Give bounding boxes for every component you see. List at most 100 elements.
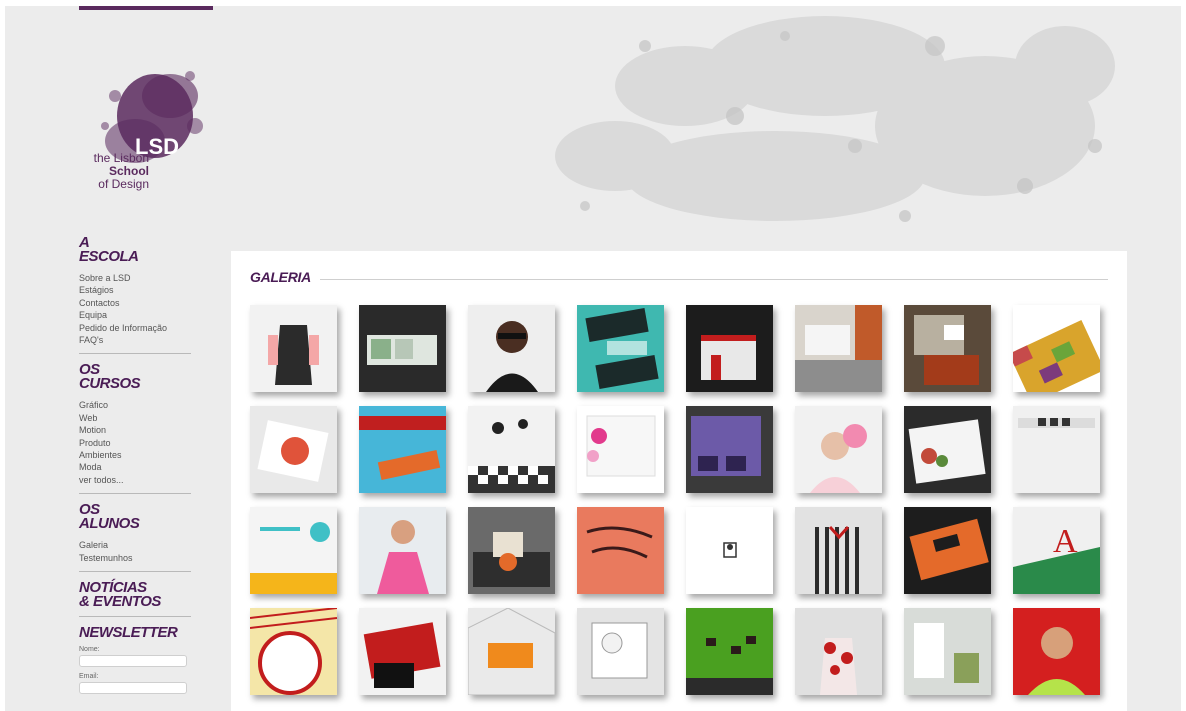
thumbnail-image bbox=[250, 305, 337, 392]
thumbnail-image bbox=[1013, 406, 1100, 493]
thumbnail-image bbox=[795, 608, 882, 695]
thumbnail-image bbox=[577, 608, 664, 695]
link-sobre-a-lsd[interactable]: Sobre a LSD bbox=[79, 273, 131, 283]
gallery-thumbnail-sushi-box-packaging[interactable] bbox=[904, 406, 991, 493]
thumbnail-image bbox=[359, 305, 446, 392]
gallery-thumbnail-room-3d-render[interactable] bbox=[904, 305, 991, 392]
link-galeria[interactable]: Galeria bbox=[79, 540, 108, 550]
gallery-thumbnail-white-plan-model[interactable] bbox=[577, 608, 664, 695]
link-moda[interactable]: Moda bbox=[79, 462, 102, 472]
gallery-thumbnail-shake-posters[interactable] bbox=[577, 305, 664, 392]
link-estagios[interactable]: Estágios bbox=[79, 285, 114, 295]
thumbnail-image bbox=[577, 406, 664, 493]
thumbnail-image bbox=[250, 507, 337, 594]
thumbnail-image bbox=[359, 608, 446, 695]
sidebar-divider bbox=[79, 353, 191, 355]
gallery-thumbnail-tiger-stripe-cards[interactable] bbox=[904, 507, 991, 594]
gallery-panel: GALERIA A bbox=[231, 251, 1127, 711]
thumbnail-image bbox=[577, 507, 664, 594]
gallery-thumbnail-floral-dress[interactable] bbox=[795, 608, 882, 695]
thumbnail-image bbox=[904, 406, 991, 493]
sidebar-nav: A ESCOLA Sobre a LSD Estágios Contactos … bbox=[79, 235, 191, 695]
gallery-thumbnail-dress-on-mannequin[interactable] bbox=[250, 305, 337, 392]
thumbnail-image bbox=[686, 608, 773, 695]
gallery-thumbnail-girl-pink-jacket[interactable] bbox=[359, 507, 446, 594]
link-contactos[interactable]: Contactos bbox=[79, 298, 120, 308]
link-ambientes[interactable]: Ambientes bbox=[79, 450, 122, 460]
thumbnail-image bbox=[250, 608, 337, 695]
gallery-thumbnail-orange-sofa-render[interactable] bbox=[468, 608, 555, 695]
gallery-thumbnail-floral-web-layout[interactable] bbox=[577, 406, 664, 493]
thumbnail-image bbox=[468, 608, 555, 695]
gallery-thumbnail-polaroid-australia-book[interactable] bbox=[359, 406, 446, 493]
thumbnail-image bbox=[795, 305, 882, 392]
gallery-thumbnail-crempsa-packaging[interactable] bbox=[250, 608, 337, 695]
link-ver-todos[interactable]: ver todos... bbox=[79, 475, 124, 485]
newsletter-name-input[interactable] bbox=[79, 655, 187, 668]
alunos-links: Galeria Testemunhos bbox=[79, 539, 191, 564]
gallery-thumbnail-brand-book-cover[interactable] bbox=[577, 507, 664, 594]
link-pedido-de-informacao[interactable]: Pedido de Informação bbox=[79, 323, 167, 333]
section-title-alunos[interactable]: OS ALUNOS bbox=[79, 502, 191, 531]
link-motion[interactable]: Motion bbox=[79, 425, 106, 435]
gallery-thumbnail-office-3d-render[interactable] bbox=[468, 507, 555, 594]
thumbnail-image bbox=[795, 406, 882, 493]
gallery-thumbnail-woman-flower-headpiece[interactable] bbox=[795, 406, 882, 493]
gallery-thumbnail-grass-signs[interactable] bbox=[686, 608, 773, 695]
thumbnail-image bbox=[686, 305, 773, 392]
gallery-thumbnail-woman-with-glasses[interactable] bbox=[468, 305, 555, 392]
thumbnail-image bbox=[904, 507, 991, 594]
gallery-thumbnail-website-dark-layout[interactable] bbox=[359, 305, 446, 392]
thumbnail-image bbox=[577, 305, 664, 392]
gallery-thumbnail-exhibition-stand-red[interactable] bbox=[686, 305, 773, 392]
link-testemunhos[interactable]: Testemunhos bbox=[79, 553, 133, 563]
thumbnail-image bbox=[250, 406, 337, 493]
section-title-noticias-eventos[interactable]: NOTÍCIAS & EVENTOS bbox=[79, 580, 191, 609]
sidebar-divider bbox=[79, 493, 191, 495]
gallery-thumbnail-letter-a-notebook[interactable]: A bbox=[1013, 507, 1100, 594]
gallery-thumbnail-yellow-web-layout[interactable] bbox=[250, 507, 337, 594]
gallery-thumbnail-store-interior-render[interactable] bbox=[904, 608, 991, 695]
newsletter-email-label: Email: bbox=[79, 673, 99, 681]
thumbnail-image bbox=[468, 305, 555, 392]
link-equipa[interactable]: Equipa bbox=[79, 310, 107, 320]
thumbnail-image bbox=[1013, 608, 1100, 695]
section-title-cursos[interactable]: OS CURSOS bbox=[79, 362, 191, 391]
thumbnail-image bbox=[795, 507, 882, 594]
link-grafico[interactable]: Gráfico bbox=[79, 400, 108, 410]
link-web[interactable]: Web bbox=[79, 413, 97, 423]
gallery-thumbnail-striped-top-fashion[interactable] bbox=[795, 507, 882, 594]
thumbnail-image bbox=[468, 406, 555, 493]
section-title-newsletter: NEWSLETTER bbox=[79, 624, 178, 642]
title-rule bbox=[320, 279, 1108, 280]
link-faqs[interactable]: FAQ's bbox=[79, 335, 103, 345]
gallery-thumbnail-kitchen-interior[interactable] bbox=[795, 305, 882, 392]
logo-school-name: the Lisbon School of Design bbox=[79, 152, 149, 191]
newsletter-email-input[interactable] bbox=[79, 682, 187, 695]
escola-links: Sobre a LSD Estágios Contactos Equipa Pe… bbox=[79, 272, 191, 346]
thumbnail-image bbox=[686, 507, 773, 594]
ink-splatter-decoration bbox=[555, 16, 1115, 222]
lsd-logo[interactable]: LSD the Lisbon School of Design bbox=[75, 56, 215, 206]
newsletter-name-label: Nome: bbox=[79, 646, 100, 654]
gallery-thumbnail-purple-furniture[interactable] bbox=[686, 406, 773, 493]
svg-text:A: A bbox=[1053, 523, 1078, 560]
thumbnail-image bbox=[904, 608, 991, 695]
gallery-thumbnail-food-box-packaging[interactable] bbox=[250, 406, 337, 493]
thumbnail-image bbox=[359, 406, 446, 493]
thumbnail-image: A bbox=[1013, 507, 1100, 594]
thumbnail-image bbox=[359, 507, 446, 594]
logo-line-3: of Design bbox=[98, 177, 149, 191]
thumbnail-image bbox=[1013, 305, 1100, 392]
gallery-thumbnail-woman-red-background[interactable] bbox=[1013, 608, 1100, 695]
section-title-escola[interactable]: A ESCOLA bbox=[79, 235, 191, 264]
gallery-thumbnail-pattern-booklet[interactable] bbox=[1013, 305, 1100, 392]
gallery-thumbnail-checkered-event-space[interactable] bbox=[468, 406, 555, 493]
gallery-thumbnail-logo-illustration[interactable] bbox=[686, 507, 773, 594]
gallery-thumbnail-website-grey-layout[interactable] bbox=[1013, 406, 1100, 493]
sidebar-divider bbox=[79, 571, 191, 573]
link-produto[interactable]: Produto bbox=[79, 438, 111, 448]
gallery-thumbnail-gelpeixe-red-box[interactable] bbox=[359, 608, 446, 695]
thumbnail-image bbox=[904, 305, 991, 392]
thumbnail-image bbox=[686, 406, 773, 493]
